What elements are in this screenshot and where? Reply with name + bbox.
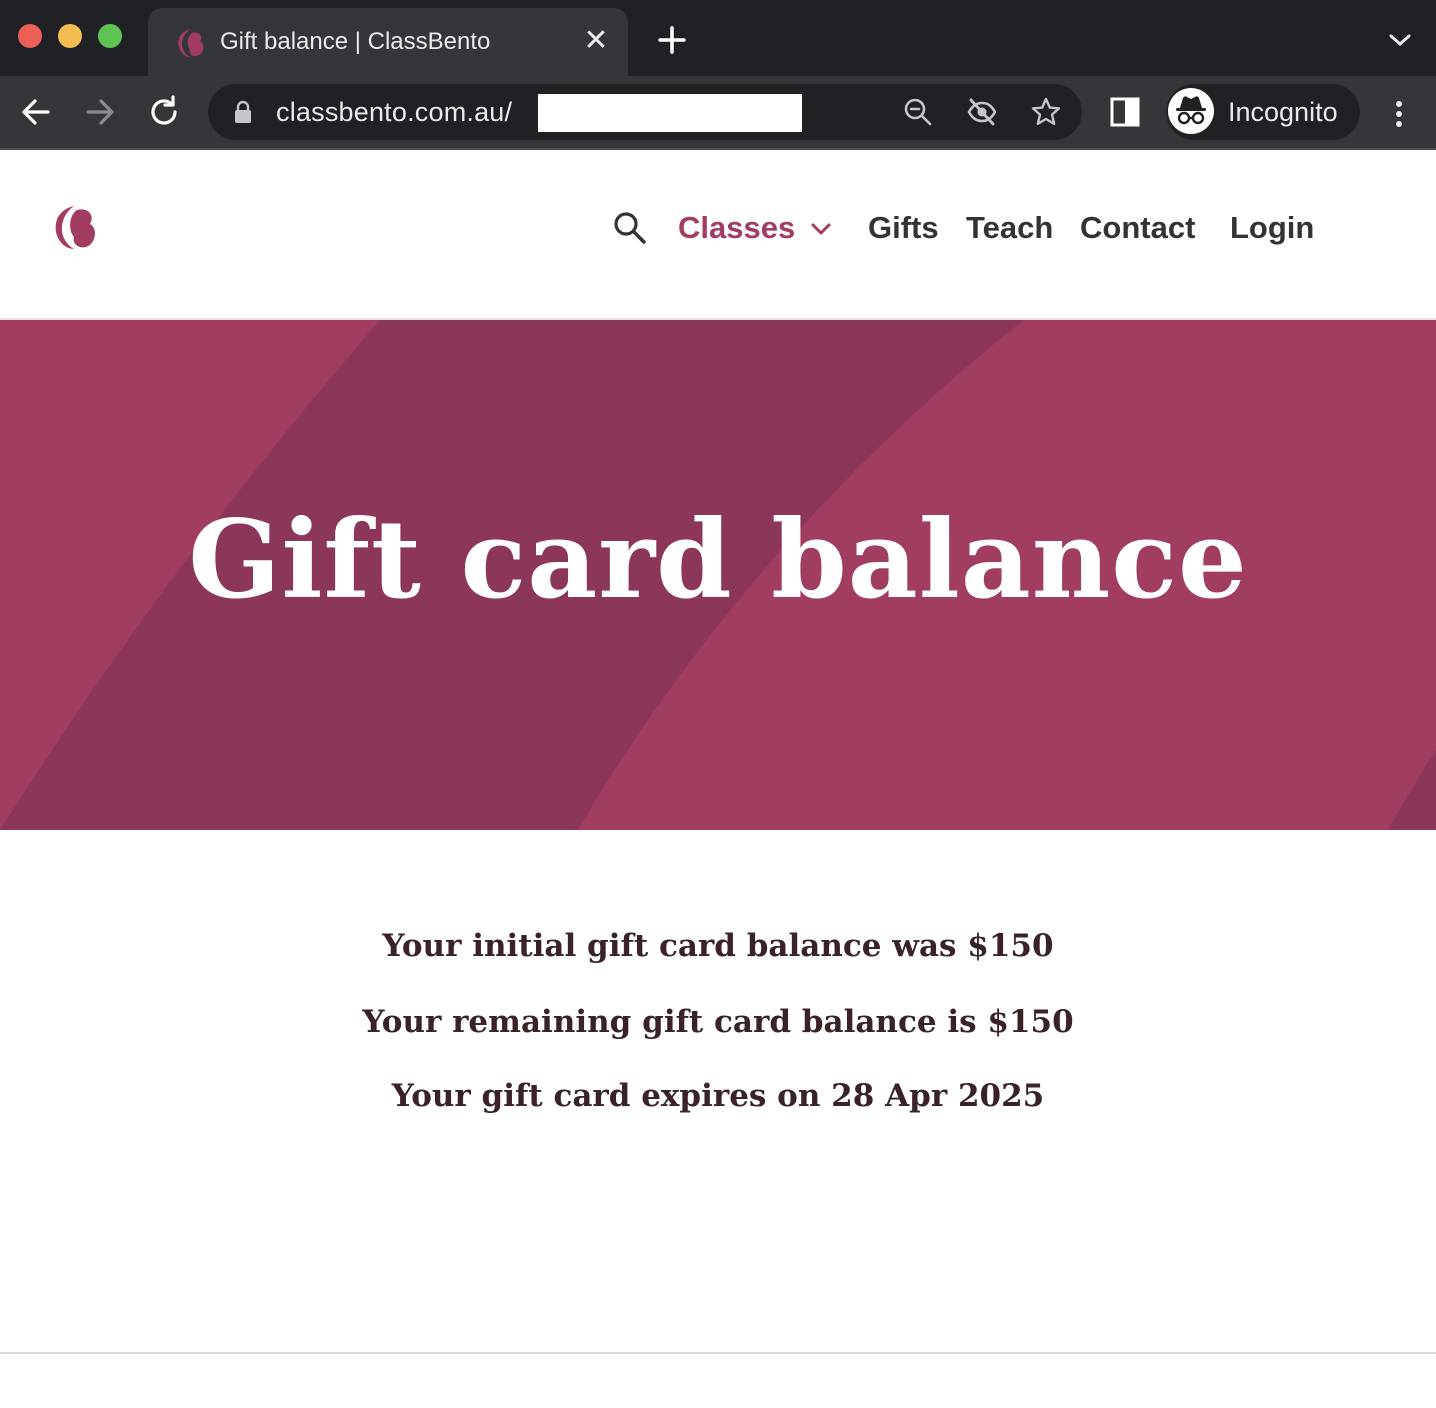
plus-icon[interactable]: [654, 22, 690, 58]
initial-balance-text: Your initial gift card balance was $150: [382, 928, 1054, 964]
address-bar[interactable]: classbento.com.au/: [208, 84, 1082, 140]
expiry-date-text: Your gift card expires on 28 Apr 2025: [391, 1078, 1045, 1114]
minimize-window-button[interactable]: [58, 24, 82, 48]
search-icon[interactable]: [610, 208, 650, 248]
eye-off-icon[interactable]: [966, 96, 998, 128]
classbento-logo-icon[interactable]: [50, 202, 100, 252]
lock-icon[interactable]: [232, 100, 254, 124]
incognito-icon: [1176, 96, 1206, 125]
classbento-logo-icon: [178, 29, 204, 58]
profile-label: Incognito: [1228, 97, 1338, 127]
star-icon[interactable]: [1030, 96, 1062, 128]
tab-title: Gift balance | ClassBento: [220, 28, 491, 55]
nav-login-link[interactable]: Login: [1230, 210, 1314, 246]
back-arrow-icon[interactable]: [16, 92, 56, 132]
incognito-avatar: [1168, 88, 1214, 134]
gift-balance-content: Your initial gift card balance was $150 …: [0, 830, 1436, 1350]
site-header: Classes Gifts Teach Contact Login: [0, 150, 1436, 320]
chevron-down-icon[interactable]: [808, 216, 834, 242]
footer-divider: [0, 1352, 1436, 1354]
nav-classes-link[interactable]: Classes: [678, 210, 795, 246]
browser-tab-strip: Gift balance | ClassBento ✕: [0, 0, 1436, 76]
zoom-out-icon[interactable]: [902, 96, 934, 128]
incognito-profile-button[interactable]: Incognito: [1166, 84, 1360, 140]
page-title: Gift card balance: [188, 497, 1248, 623]
browser-toolbar: classbento.com.au/ Incognito: [0, 76, 1436, 150]
tab-close-icon[interactable]: ✕: [582, 24, 610, 58]
forward-arrow-icon[interactable]: [80, 92, 120, 132]
nav-contact-link[interactable]: Contact: [1080, 210, 1195, 246]
reload-icon[interactable]: [144, 92, 184, 132]
nav-teach-link[interactable]: Teach: [966, 210, 1053, 246]
nav-gifts-link[interactable]: Gifts: [868, 210, 939, 246]
maximize-window-button[interactable]: [98, 24, 122, 48]
side-panel-icon[interactable]: [1108, 94, 1142, 130]
chevron-down-icon[interactable]: [1386, 28, 1414, 52]
redacted-url-segment: [538, 94, 802, 132]
url-text[interactable]: classbento.com.au/: [276, 96, 512, 128]
remaining-balance-text: Your remaining gift card balance is $150: [362, 1004, 1074, 1040]
kebab-menu-icon[interactable]: [1384, 96, 1414, 132]
active-tab[interactable]: Gift balance | ClassBento ✕: [148, 8, 628, 76]
close-window-button[interactable]: [18, 24, 42, 48]
hero-banner: Gift card balance: [0, 320, 1436, 830]
